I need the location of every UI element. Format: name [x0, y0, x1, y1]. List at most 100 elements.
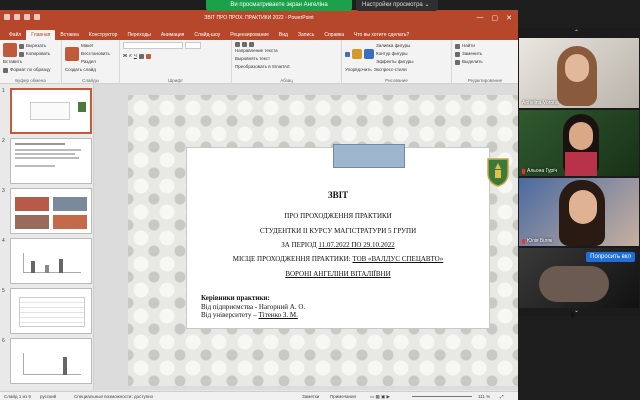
shape-outline-button[interactable]: Контур фигуры [376, 50, 414, 58]
tab-view[interactable]: Вид [274, 30, 293, 40]
view-settings-button[interactable]: Настройки просмотра ⌄ [356, 0, 438, 11]
supervisor-university-prefix: Від університету – [201, 311, 259, 319]
slide-thumbnails[interactable]: 1 2 3 4 5 6 [0, 84, 94, 390]
scissors-icon [19, 43, 24, 49]
shape-fill-button[interactable]: Заливка фигуры [376, 42, 414, 50]
replace-icon [455, 51, 460, 57]
text-direction-label: Направление текста [235, 48, 278, 53]
tab-insert[interactable]: Вставка [55, 30, 84, 40]
format-painter-button[interactable]: Формат по образцу [3, 66, 58, 74]
zoom-level[interactable]: 111 % [478, 394, 490, 399]
cut-button[interactable]: Вырезать [19, 42, 50, 50]
layout-label: Макет [81, 43, 94, 48]
tell-me-search[interactable]: Что вы хотите сделать? [349, 30, 414, 40]
copy-button[interactable]: Копировать [19, 50, 50, 58]
shape-effects-button[interactable]: Эффекты фигуры [376, 58, 414, 66]
meeting-background [518, 316, 640, 400]
notes-button[interactable]: Заметки [302, 394, 319, 399]
video-tile-4[interactable]: Попросить вкл [519, 248, 639, 308]
tab-record[interactable]: Запись [293, 30, 319, 40]
participant-name: Anhelina Vorona [522, 100, 559, 106]
view-buttons[interactable]: ▭ ▦ ▣ ▶ [370, 394, 390, 400]
tab-review[interactable]: Рецензирование [225, 30, 274, 40]
thumb-number: 1 [2, 88, 5, 94]
replace-button[interactable]: Заменить [455, 50, 515, 58]
find-label: Найти [462, 43, 475, 48]
tab-slideshow[interactable]: Слайд-шоу [189, 30, 225, 40]
scroll-up-icon[interactable]: ⌃ [574, 29, 579, 36]
brush-icon [3, 67, 8, 73]
strikethrough-icon[interactable] [138, 53, 144, 59]
zoom-slider[interactable] [412, 396, 472, 397]
font-size-select[interactable] [185, 42, 201, 49]
scroll-down-icon[interactable]: ⌄ [574, 307, 579, 314]
reset-button[interactable]: Восстановить [81, 50, 110, 58]
language-indicator[interactable]: русский [40, 394, 56, 399]
paste-icon[interactable] [3, 43, 17, 57]
quick-styles-icon[interactable] [364, 49, 374, 59]
thumbnail-slide-3[interactable] [10, 188, 92, 234]
tab-help[interactable]: Справка [319, 30, 349, 40]
supervisor-university: Від університету – Тітенко З. М. [201, 311, 305, 320]
tab-home[interactable]: Главная [26, 30, 56, 40]
select-button[interactable]: Выделить [455, 58, 515, 66]
tab-file[interactable]: Файл [4, 30, 26, 40]
shapes-icon[interactable] [345, 51, 350, 57]
replace-label: Заменить [462, 51, 483, 56]
ask-to-unmute-button[interactable]: Попросить вкл [586, 252, 635, 262]
thumbnail-slide-2[interactable] [10, 138, 92, 184]
title-bar: ЗВІТ ПРО ПРОХ. ПРАКТИКИ 2022 - PowerPoin… [0, 10, 518, 28]
arrange-icon[interactable] [352, 49, 362, 59]
participants-panel: ⌃ Anhelina Vorona Альона Гурїч Юлія Біля… [518, 28, 640, 316]
tab-design[interactable]: Конструктор [84, 30, 123, 40]
comments-button[interactable]: Примечания [330, 394, 356, 399]
title-card: ЗВІТ ПРО ПРОХОДЖЕННЯ ПРАКТИКИ СТУДЕНТКИ … [186, 144, 509, 329]
video-tile-3[interactable]: Юлія Біляк [519, 178, 639, 246]
supervisor-university-name: Тітенко З. М. [258, 311, 298, 319]
close-icon[interactable]: ✕ [506, 14, 512, 22]
fit-slide-icon[interactable]: ⤢ [500, 394, 504, 399]
smartart-button[interactable]: Преобразовать в SmartArt [235, 63, 338, 71]
reset-label: Восстановить [81, 51, 110, 56]
current-slide[interactable]: ЗВІТ ПРО ПРОХОДЖЕННЯ ПРАКТИКИ СТУДЕНТКИ … [128, 95, 518, 386]
italic-button[interactable]: К [129, 52, 132, 60]
video-tile-2[interactable]: Альона Гурїч [519, 110, 639, 176]
student-course: СТУДЕНТКИ ІІ КУРСУ МАГІСТРАТУРИ 5 ГРУПИ [259, 227, 417, 235]
thumbnail-slide-1[interactable] [10, 88, 92, 134]
minimize-icon[interactable]: — [477, 14, 484, 22]
thumbnail-slide-6[interactable] [10, 338, 92, 384]
find-button[interactable]: Найти [455, 42, 515, 50]
paste-button[interactable]: Вставить [3, 58, 58, 66]
font-family-select[interactable] [123, 42, 183, 49]
select-icon [455, 59, 460, 65]
accessibility-status[interactable]: Специальные возможности: доступно [74, 394, 153, 399]
tab-transitions[interactable]: Переходы [122, 30, 155, 40]
ribbon: Вырезать Копировать Вставить Формат по о… [0, 40, 518, 84]
group-font: Ж К Ч Шрифт [120, 40, 232, 84]
practice-period: ЗА ПЕРІОД 11.07.2022 ПО 29.10.2022 [187, 241, 489, 249]
participant-name: Альона Гурїч [522, 168, 557, 174]
new-slide-icon[interactable] [65, 47, 79, 61]
thumbnail-slide-5[interactable] [10, 288, 92, 334]
slide-counter: Слайд 1 из 9 [4, 394, 31, 399]
slides-group-name: Слайды [82, 78, 99, 83]
bold-button[interactable]: Ж [123, 52, 127, 60]
text-direction-button[interactable]: Направление текста [235, 47, 338, 55]
video-tile-1[interactable]: Anhelina Vorona [519, 38, 639, 108]
section-button[interactable]: Раздел [81, 58, 110, 66]
mic-off-icon [522, 238, 525, 244]
align-text-button[interactable]: Выровнять текст [235, 55, 338, 63]
thumb-number: 4 [2, 238, 5, 244]
shape-effects-label: Эффекты фигуры [376, 59, 414, 64]
period-prefix: ЗА ПЕРІОД [281, 241, 319, 249]
participant-name-text: Альона Гурїч [527, 168, 558, 174]
screen-share-banner: Ви просматриваете экран Ангеліна Настрой… [206, 0, 438, 11]
window-controls: — ▢ ✕ [477, 14, 513, 22]
thumbnail-slide-4[interactable] [10, 238, 92, 284]
font-color-icon[interactable] [145, 53, 151, 59]
maximize-icon[interactable]: ▢ [492, 14, 499, 22]
layout-button[interactable]: Макет [81, 42, 110, 50]
new-slide-button[interactable]: Создать слайд [65, 66, 116, 74]
underline-button[interactable]: Ч [134, 52, 137, 60]
tab-animations[interactable]: Анимация [156, 30, 189, 40]
